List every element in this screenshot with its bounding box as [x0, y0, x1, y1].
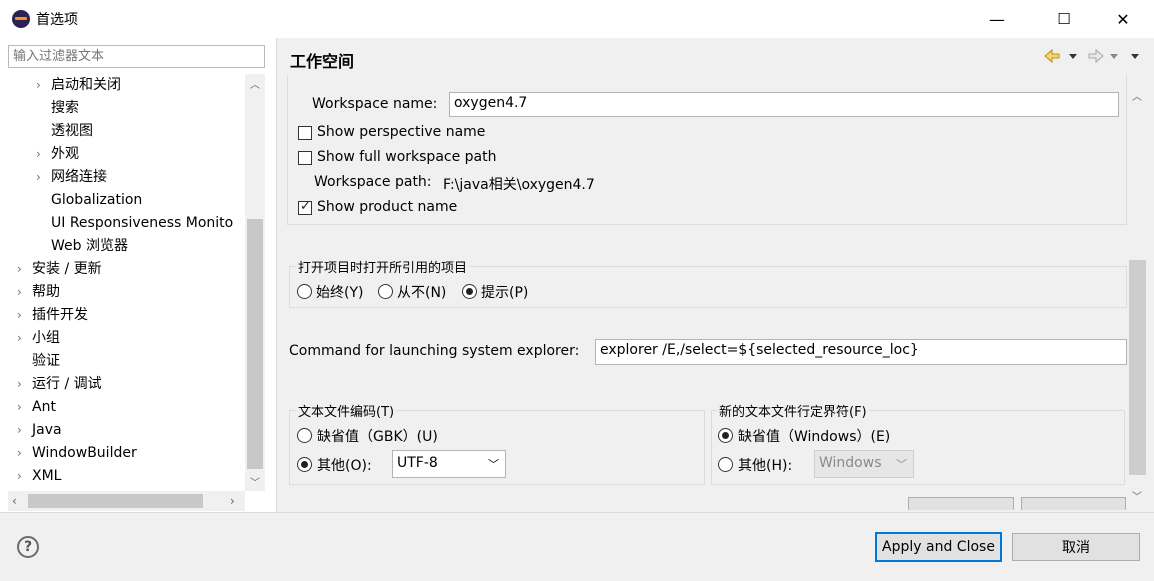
show-perspective-name-checkbox[interactable] [298, 126, 312, 140]
tree-item-plugin-dev[interactable]: 插件开发 [32, 304, 88, 327]
open-always-radio[interactable] [297, 284, 312, 299]
help-icon[interactable]: ? [17, 536, 39, 558]
scroll-right-icon[interactable]: › [230, 494, 235, 508]
page-title: 工作空间 [290, 52, 355, 71]
expand-arrow-icon[interactable]: › [17, 469, 22, 483]
scroll-down-icon[interactable]: ﹀ [1132, 488, 1142, 503]
expand-arrow-icon[interactable]: › [36, 147, 41, 161]
tree-item-install-update[interactable]: 安装 / 更新 [32, 258, 102, 281]
forward-dropdown-icon[interactable] [1110, 54, 1118, 59]
explorer-command-field[interactable]: explorer /E,/select=${selected_resource_… [595, 339, 1127, 365]
chevron-down-icon: ﹀ [488, 458, 499, 471]
encoding-other-radio[interactable] [297, 457, 312, 472]
tree-item-validation[interactable]: 验证 [32, 350, 60, 373]
line-delimiter-title: 新的文本文件行定界符(F) [717, 401, 869, 420]
delimiter-select: Windows ﹀ [814, 450, 914, 478]
show-product-name-label: Show product name [317, 199, 458, 215]
scroll-left-icon[interactable]: ‹ [12, 494, 17, 508]
tree-horizontal-scrollbar[interactable]: ‹ › [8, 491, 245, 511]
expand-arrow-icon[interactable]: › [17, 423, 22, 437]
expand-arrow-icon[interactable]: › [17, 285, 22, 299]
open-never-radio[interactable] [378, 284, 393, 299]
workspace-preferences-page: Workspace name: oxygen4.7 Show perspecti… [277, 75, 1127, 510]
workspace-path-label: Workspace path: [314, 174, 432, 190]
preferences-tree: 启动和关闭 › 搜索 透视图 外观 › 网络连接 › Globalization… [0, 74, 245, 491]
encoding-select[interactable]: UTF-8 ﹀ [392, 450, 506, 478]
open-referenced-projects-title: 打开项目时打开所引用的项目 [296, 257, 470, 276]
tree-item-java[interactable]: Java [32, 419, 62, 442]
page-vertical-scrollbar[interactable]: ︿ ﹀ [1127, 84, 1147, 507]
forward-arrow-icon[interactable] [1088, 48, 1104, 64]
open-always-label[interactable]: 始终(Y) [316, 282, 363, 302]
show-full-workspace-path-checkbox[interactable] [298, 151, 312, 165]
show-product-name-checkbox[interactable] [298, 199, 312, 215]
cancel-button[interactable]: 取消 [1012, 533, 1140, 561]
expand-arrow-icon[interactable]: › [17, 262, 22, 276]
tree-item-network[interactable]: 网络连接 [51, 166, 107, 189]
expand-arrow-icon[interactable]: › [17, 331, 22, 345]
close-button[interactable]: ✕ [1100, 0, 1146, 38]
delimiter-default-label[interactable]: 缺省值（Windows）(E) [738, 426, 890, 446]
workspace-name-field[interactable]: oxygen4.7 [449, 92, 1119, 117]
apply-button-partial[interactable] [1021, 497, 1126, 510]
back-dropdown-icon[interactable] [1069, 54, 1077, 59]
scroll-thumb[interactable] [1129, 260, 1146, 475]
tree-item-run-debug[interactable]: 运行 / 调试 [32, 373, 102, 396]
tree-vertical-scrollbar[interactable]: ︿ ﹀ [245, 74, 265, 491]
encoding-default-radio[interactable] [297, 428, 312, 443]
tree-item-web-browser[interactable]: Web 浏览器 [51, 235, 128, 258]
minimize-button[interactable]: — [974, 0, 1020, 38]
apply-and-close-button[interactable]: Apply and Close [875, 532, 1002, 562]
open-never-label[interactable]: 从不(N) [397, 282, 446, 302]
workspace-name-label: Workspace name: [312, 96, 438, 112]
expand-arrow-icon[interactable]: › [17, 377, 22, 391]
scroll-up-icon[interactable]: ︿ [1132, 88, 1142, 103]
tree-item-team[interactable]: 小组 [32, 327, 60, 350]
scroll-thumb[interactable] [28, 494, 203, 508]
delimiter-select-value: Windows [819, 455, 882, 471]
delimiter-other-label[interactable]: 其他(H): [738, 455, 792, 475]
show-full-workspace-path-label[interactable]: Show full workspace path [317, 149, 496, 165]
maximize-button[interactable]: ☐ [1041, 0, 1087, 38]
scroll-down-icon[interactable]: ﹀ [250, 474, 260, 489]
tree-item-ant[interactable]: Ant [32, 396, 56, 419]
open-prompt-radio[interactable] [462, 284, 477, 299]
view-menu-icon[interactable] [1131, 54, 1139, 59]
tree-item-windowbuilder[interactable]: WindowBuilder [32, 442, 137, 465]
encoding-select-value: UTF-8 [397, 455, 438, 471]
tree-item-globalization[interactable]: Globalization [51, 189, 142, 212]
scroll-up-icon[interactable]: ︿ [250, 76, 260, 91]
tree-item-appearance[interactable]: 外观 [51, 143, 79, 166]
expand-arrow-icon[interactable]: › [17, 400, 22, 414]
workspace-path-value: F:\java相关\oxygen4.7 [443, 177, 595, 193]
eclipse-app-icon [12, 10, 30, 28]
back-arrow-icon[interactable] [1044, 48, 1060, 64]
chevron-down-icon: ﹀ [896, 458, 907, 471]
window-title: 首选项 [36, 12, 78, 28]
tree-item-xml[interactable]: XML [32, 465, 61, 488]
encoding-other-label[interactable]: 其他(O): [317, 455, 372, 475]
nav-icons-svg [1044, 48, 1139, 64]
delimiter-other-radio[interactable] [718, 457, 733, 472]
expand-arrow-icon[interactable]: › [36, 170, 41, 184]
expand-arrow-icon[interactable]: › [17, 308, 22, 322]
restore-defaults-button-partial[interactable] [908, 497, 1014, 510]
show-perspective-name-label[interactable]: Show perspective name [317, 124, 485, 140]
expand-arrow-icon[interactable]: › [36, 78, 41, 92]
filter-input[interactable] [8, 45, 265, 68]
tree-item-startup-shutdown[interactable]: 启动和关闭 [51, 74, 121, 97]
preferences-tree-pane: 启动和关闭 › 搜索 透视图 外观 › 网络连接 › Globalization… [0, 38, 276, 512]
history-nav [1043, 46, 1143, 66]
tree-item-perspectives[interactable]: 透视图 [51, 120, 93, 143]
encoding-default-label[interactable]: 缺省值（GBK）(U) [317, 426, 438, 446]
explorer-command-label: Command for launching system explorer: [289, 343, 580, 359]
tree-item-help[interactable]: 帮助 [32, 281, 60, 304]
expand-arrow-icon[interactable]: › [17, 446, 22, 460]
scroll-thumb[interactable] [247, 219, 263, 469]
text-file-encoding-title: 文本文件编码(T) [296, 401, 397, 420]
tree-item-ui-responsiveness[interactable]: UI Responsiveness Monito [51, 212, 233, 235]
open-prompt-label[interactable]: 提示(P) [481, 282, 528, 302]
tree-item-search[interactable]: 搜索 [51, 97, 79, 120]
delimiter-default-radio[interactable] [718, 428, 733, 443]
